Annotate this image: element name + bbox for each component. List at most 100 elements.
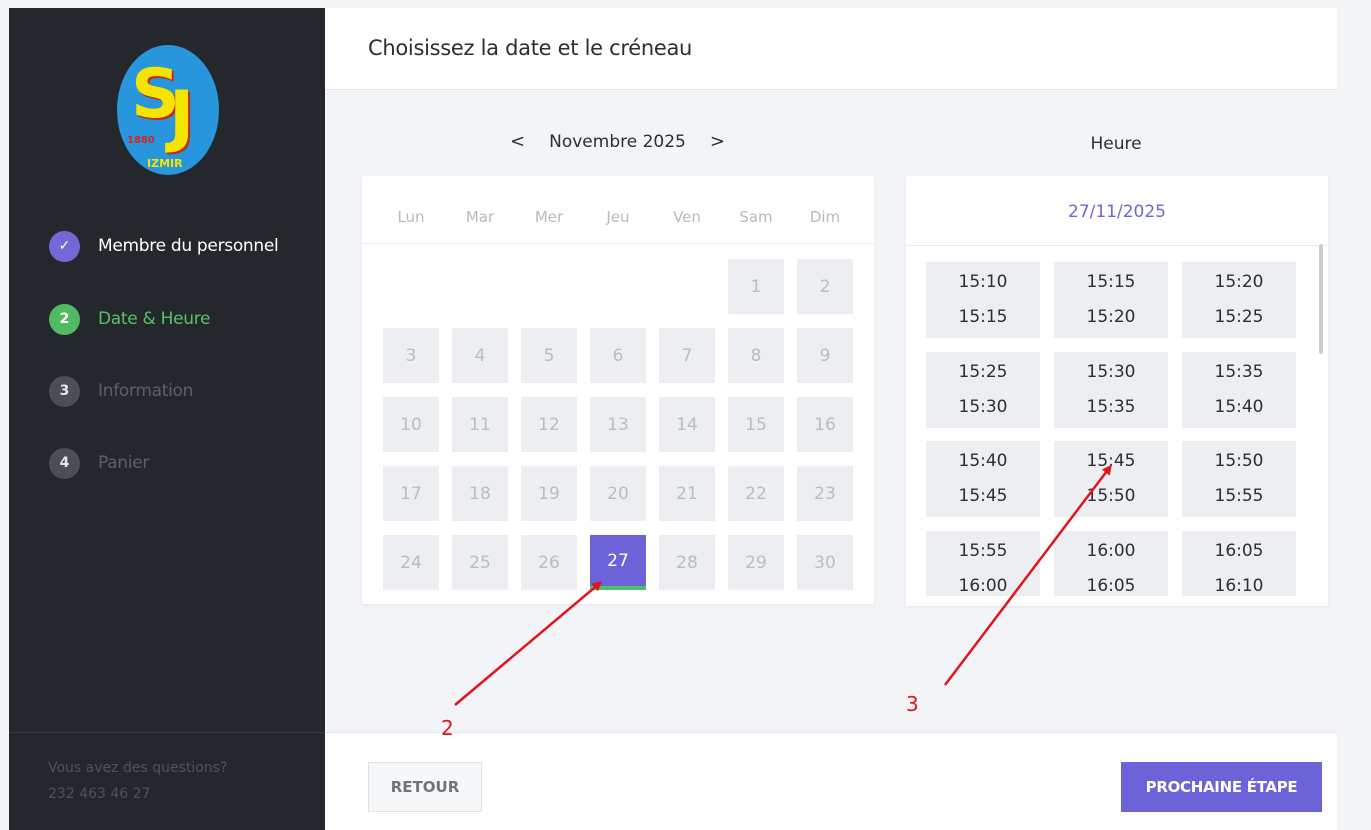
calendar-day[interactable]: 5 — [521, 328, 577, 383]
prev-month-button[interactable]: < — [492, 131, 543, 152]
selected-date: 27/11/2025 — [906, 176, 1328, 246]
calendar-day[interactable]: 25 — [452, 535, 508, 590]
calendar-day[interactable]: 28 — [659, 535, 715, 590]
calendar-day[interactable]: 7 — [659, 328, 715, 383]
time-slot[interactable]: 15:40 15:45 — [926, 441, 1040, 517]
weekday-label: Lun — [397, 208, 425, 226]
time-slot[interactable]: 15:35 15:40 — [1182, 352, 1296, 428]
calendar-day[interactable]: 21 — [659, 466, 715, 521]
calendar-day[interactable]: 20 — [590, 466, 646, 521]
time-slot[interactable]: 16:00 16:05 — [1054, 531, 1168, 596]
calendar-day[interactable]: 12 — [521, 397, 577, 452]
slot-end-time: 15:35 — [1086, 397, 1136, 417]
slot-start-time: 16:05 — [1214, 541, 1264, 561]
slot-start-time: 15:30 — [1086, 362, 1136, 382]
step-information[interactable]: 3 Information — [49, 375, 194, 407]
weekday-label: Ven — [673, 208, 701, 226]
slot-end-time: 15:50 — [1086, 486, 1136, 506]
slot-start-time: 15:35 — [1214, 362, 1264, 382]
logo-city: IZMIR — [147, 157, 183, 170]
slot-end-time: 15:25 — [1214, 307, 1264, 327]
back-button[interactable]: RETOUR — [368, 762, 482, 812]
logo-letter-j: J — [169, 77, 195, 156]
calendar-day[interactable]: 30 — [797, 535, 853, 590]
step-date-time[interactable]: 2 Date & Heure — [49, 303, 211, 335]
slot-start-time: 15:55 — [958, 541, 1008, 561]
time-slot[interactable]: 15:50 15:55 — [1182, 441, 1296, 517]
annotation-label-3: 3 — [906, 692, 919, 716]
calendar-day[interactable]: 10 — [383, 397, 439, 452]
calendar-day[interactable]: 16 — [797, 397, 853, 452]
footer-bar: RETOUR PROCHAINE ÉTAPE — [325, 732, 1337, 830]
calendar-day[interactable]: 29 — [728, 535, 784, 590]
slot-end-time: 15:20 — [1086, 307, 1136, 327]
calendar-day-selected[interactable]: 27 — [590, 535, 646, 590]
slot-start-time: 15:20 — [1214, 272, 1264, 292]
page-title: Choisissez la date et le créneau — [368, 36, 693, 60]
calendar-day[interactable]: 17 — [383, 466, 439, 521]
step-label: Panier — [98, 453, 150, 473]
step-number-badge: 4 — [49, 447, 80, 479]
calendar-day[interactable]: 14 — [659, 397, 715, 452]
calendar-day[interactable]: 26 — [521, 535, 577, 590]
next-month-button[interactable]: > — [692, 131, 743, 152]
help-phone[interactable]: 232 463 46 27 — [48, 786, 150, 802]
calendar-day[interactable]: 6 — [590, 328, 646, 383]
slot-end-time: 15:30 — [958, 397, 1008, 417]
calendar-day[interactable]: 23 — [797, 466, 853, 521]
time-slot[interactable]: 15:25 15:30 — [926, 352, 1040, 428]
time-slot-panel: 27/11/2025 15:10 15:15 15:15 15:20 15:20 15:2… — [906, 176, 1328, 606]
calendar-day[interactable]: 22 — [728, 466, 784, 521]
booking-app: S J 1880 IZMIR ✓ Membre du personnel 2 D… — [0, 0, 1371, 830]
sidebar-divider — [9, 732, 325, 733]
calendar-day[interactable]: 24 — [383, 535, 439, 590]
slot-end-time: 16:05 — [1086, 576, 1136, 596]
step-label: Membre du personnel — [98, 236, 279, 256]
slot-start-time: 15:25 — [958, 362, 1008, 382]
next-step-button[interactable]: PROCHAINE ÉTAPE — [1121, 762, 1322, 812]
time-slot[interactable]: 15:45 15:50 — [1054, 441, 1168, 517]
page-header: Choisissez la date et le créneau — [325, 8, 1337, 90]
time-slot[interactable]: 15:55 16:00 — [926, 531, 1040, 596]
time-slot[interactable]: 15:30 15:35 — [1054, 352, 1168, 428]
calendar-day[interactable]: 9 — [797, 328, 853, 383]
calendar-day[interactable]: 4 — [452, 328, 508, 383]
calendar-day[interactable]: 13 — [590, 397, 646, 452]
calendar-day[interactable]: 19 — [521, 466, 577, 521]
time-slot[interactable]: 15:20 15:25 — [1182, 262, 1296, 338]
time-slot[interactable]: 15:10 15:15 — [926, 262, 1040, 338]
slot-start-time: 15:40 — [958, 451, 1008, 471]
slot-end-time: 15:45 — [958, 486, 1008, 506]
step-number-badge: 2 — [49, 303, 80, 335]
step-cart[interactable]: 4 Panier — [49, 447, 150, 479]
calendar-day[interactable]: 1 — [728, 259, 784, 314]
calendar-day[interactable]: 18 — [452, 466, 508, 521]
slot-end-time: 15:55 — [1214, 486, 1264, 506]
time-slot-list[interactable]: 15:10 15:15 15:15 15:20 15:20 15:25 15:25 15:30… — [906, 248, 1328, 596]
calendar-day[interactable]: 11 — [452, 397, 508, 452]
slot-end-time: 15:15 — [958, 307, 1008, 327]
company-logo: S J 1880 IZMIR — [117, 45, 219, 175]
time-heading: Heure — [1090, 134, 1142, 154]
step-staff[interactable]: ✓ Membre du personnel — [49, 230, 279, 262]
calendar-day[interactable]: 2 — [797, 259, 853, 314]
weekday-label: Sam — [739, 208, 773, 226]
step-number-badge: 3 — [49, 375, 80, 407]
weekday-label: Dim — [809, 208, 841, 226]
check-icon: ✓ — [49, 230, 80, 262]
month-label: Novembre 2025 — [549, 131, 686, 152]
step-label: Information — [98, 381, 194, 401]
calendar-day[interactable]: 8 — [728, 328, 784, 383]
calendar-day[interactable]: 15 — [728, 397, 784, 452]
calendar-day[interactable]: 3 — [383, 328, 439, 383]
weekday-header: Lun Mar Mer Jeu Ven Sam Dim — [362, 176, 874, 244]
slot-start-time: 15:10 — [958, 272, 1008, 292]
time-slot-scrollbar[interactable] — [1319, 244, 1323, 354]
calendar: Lun Mar Mer Jeu Ven Sam Dim 1 2 3 4 5 6 7 8 9 10 11 12 13 1… — [362, 176, 874, 604]
time-slot[interactable]: 16:05 16:10 — [1182, 531, 1296, 596]
slot-start-time: 15:15 — [1086, 272, 1136, 292]
main-content: Choisissez la date et le créneau < Novem… — [325, 8, 1337, 830]
slot-start-time: 15:45 — [1086, 451, 1136, 471]
slot-end-time: 15:40 — [1214, 397, 1264, 417]
time-slot[interactable]: 15:15 15:20 — [1054, 262, 1168, 338]
